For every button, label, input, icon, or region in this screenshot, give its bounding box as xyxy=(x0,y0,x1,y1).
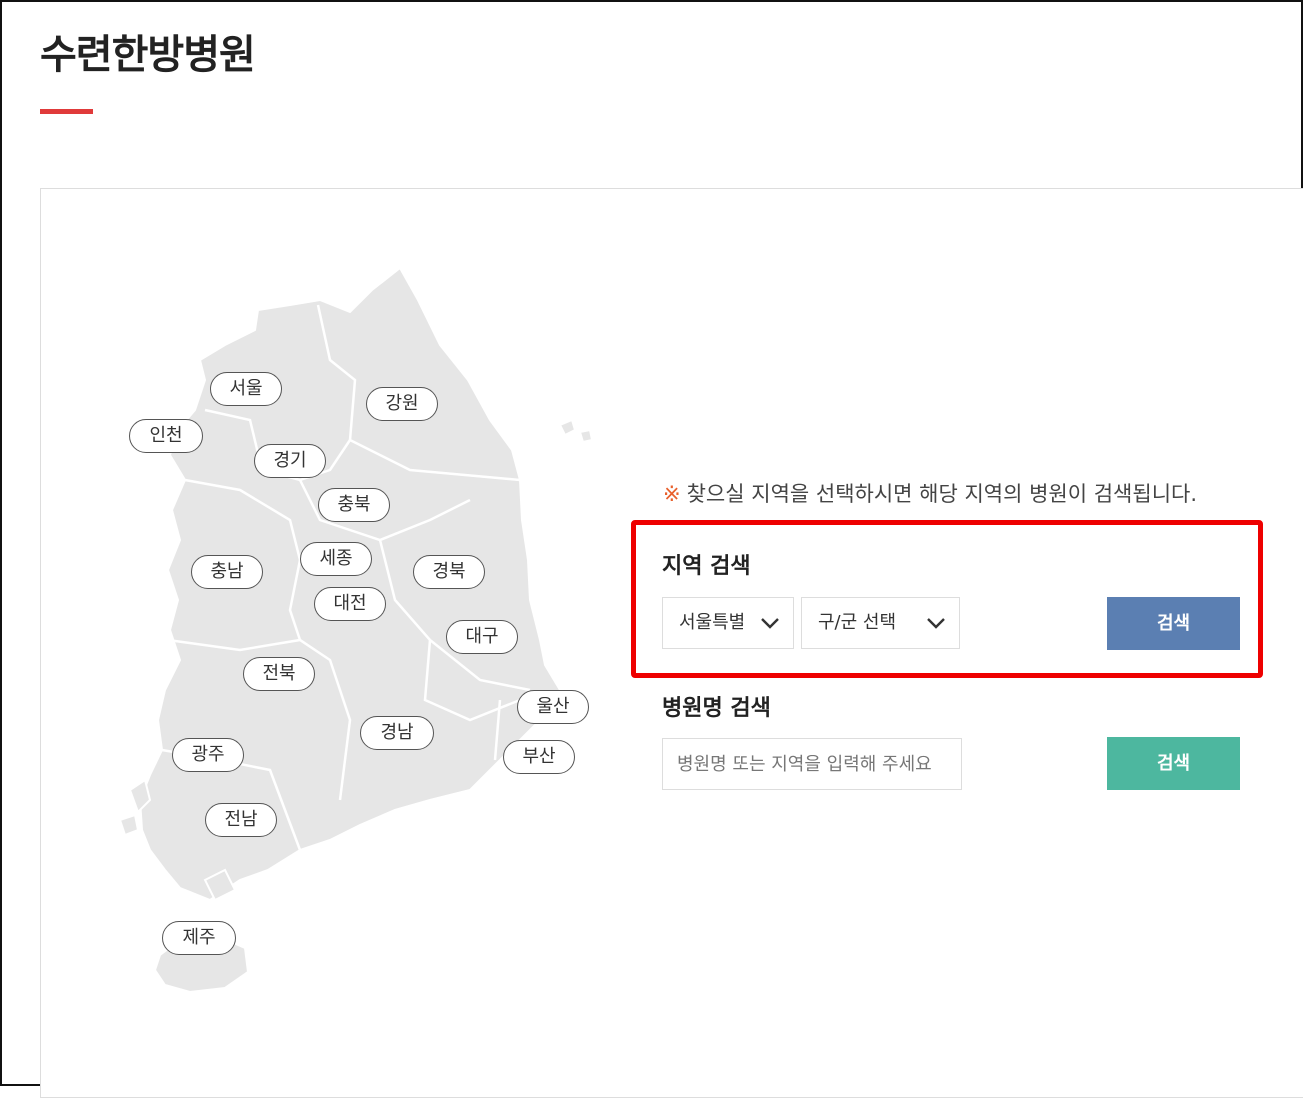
chevron-down-icon xyxy=(927,618,945,629)
name-search-title: 병원명 검색 xyxy=(662,696,771,721)
notice-mark: ※ xyxy=(663,482,681,506)
region-gyeongnam[interactable]: 경남 xyxy=(360,716,434,750)
region-ulsan[interactable]: 울산 xyxy=(517,690,589,724)
city-select-value: 서울특별시 xyxy=(679,612,743,633)
name-search-button[interactable]: 검색 xyxy=(1107,737,1240,790)
korea-map xyxy=(118,266,594,994)
region-search-button[interactable]: 검색 xyxy=(1107,597,1240,650)
chevron-down-icon xyxy=(761,618,779,629)
region-gangwon[interactable]: 강원 xyxy=(366,387,438,421)
region-jeonnam[interactable]: 전남 xyxy=(205,803,277,837)
region-seoul[interactable]: 서울 xyxy=(210,372,282,406)
region-sejong[interactable]: 세종 xyxy=(300,542,372,576)
region-jeju[interactable]: 제주 xyxy=(162,921,236,955)
notice-text: 찾으실 지역을 선택하시면 해당 지역의 병원이 검색됩니다. xyxy=(686,482,1198,506)
region-chungbuk[interactable]: 충북 xyxy=(318,488,390,522)
region-gyeongbuk[interactable]: 경북 xyxy=(413,555,485,589)
hospital-name-input[interactable] xyxy=(662,738,962,790)
city-select[interactable]: 서울특별시 xyxy=(662,597,794,649)
region-search-title: 지역 검색 xyxy=(662,554,751,579)
district-select[interactable]: 구/군 선택 xyxy=(801,597,960,649)
region-daejeon[interactable]: 대전 xyxy=(314,587,386,621)
region-daegu[interactable]: 대구 xyxy=(446,620,518,654)
region-incheon[interactable]: 인천 xyxy=(129,419,203,453)
search-notice: ※ 찾으실 지역을 선택하시면 해당 지역의 병원이 검색됩니다. xyxy=(663,478,1197,508)
region-busan[interactable]: 부산 xyxy=(503,740,575,774)
region-chungnam[interactable]: 충남 xyxy=(191,555,263,589)
region-jeonbuk[interactable]: 전북 xyxy=(243,657,315,691)
district-select-value: 구/군 선택 xyxy=(818,612,897,633)
region-gyeonggi[interactable]: 경기 xyxy=(254,444,326,478)
region-gwangju[interactable]: 광주 xyxy=(172,738,244,772)
